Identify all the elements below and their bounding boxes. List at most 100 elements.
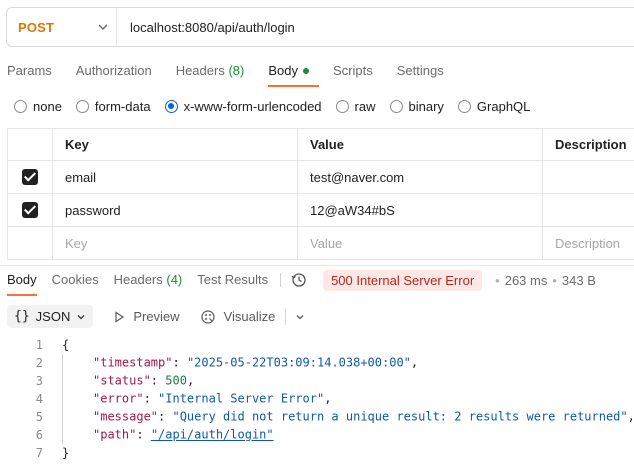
- tab-label: Settings: [396, 63, 444, 78]
- code-line: 3 "status": 500,: [0, 372, 634, 390]
- tab-label: Cookies: [51, 272, 99, 287]
- code-line: 5 "message": "Query did not return a uniq…: [0, 408, 634, 426]
- json-trail: ,: [410, 355, 419, 370]
- request-tabs: Params Authorization Headers (8) Body Sc…: [7, 63, 468, 87]
- format-select[interactable]: {} JSON: [7, 305, 94, 328]
- radio-binary[interactable]: binary: [389, 99, 444, 114]
- code-line: 1{: [0, 336, 634, 354]
- tab-authorization[interactable]: Authorization: [76, 63, 152, 87]
- method-select[interactable]: POST: [7, 8, 117, 46]
- visualize-button[interactable]: Visualize: [200, 309, 276, 325]
- json-key: "path": [93, 427, 137, 442]
- row-checkbox-cell: [7, 193, 53, 227]
- radio-label: raw: [354, 99, 376, 114]
- radio-circle: [389, 100, 403, 113]
- row-value[interactable]: 12@aW34#bS: [297, 193, 543, 227]
- radio-circle: [164, 100, 178, 113]
- row-value[interactable]: test@naver.com: [297, 160, 543, 194]
- code-content: "status": 500,: [62, 372, 194, 390]
- row-description[interactable]: [542, 160, 634, 194]
- json-key: "error": [93, 391, 144, 406]
- row-checkbox[interactable]: [22, 202, 38, 219]
- json-value: 500: [165, 373, 187, 388]
- radio-circle: [14, 100, 27, 113]
- visualize-label: Visualize: [223, 309, 276, 324]
- headers-count: (8): [228, 63, 245, 78]
- json-value: "2025-05-22T03:09:14.038+00:00": [186, 355, 411, 370]
- resp-tab-body[interactable]: Body: [7, 272, 37, 296]
- line-number: 3: [35, 374, 43, 388]
- row-description[interactable]: [542, 193, 634, 227]
- tab-scripts[interactable]: Scripts: [333, 63, 373, 87]
- tab-label: Body: [268, 63, 298, 78]
- indent-guide: [62, 426, 93, 444]
- row-checkbox-cell: [7, 160, 53, 194]
- url-input[interactable]: localhost:8080/api/auth/login: [130, 20, 295, 35]
- response-size[interactable]: 343 B: [562, 273, 596, 288]
- radio-graphql[interactable]: GraphQL: [457, 99, 530, 114]
- header-key: Key: [52, 128, 298, 161]
- radio-label: none: [33, 99, 62, 114]
- response-tabs: Body Cookies Headers (4) Test Results 50…: [7, 269, 596, 296]
- visualize-icon: [200, 309, 215, 324]
- table-row: email test@naver.com: [7, 160, 634, 194]
- resp-tab-cookies[interactable]: Cookies: [52, 272, 99, 296]
- tab-label: Body: [7, 272, 37, 287]
- json-colon: :: [136, 427, 151, 442]
- json-value: "/api/auth/login": [150, 427, 274, 442]
- response-body-code[interactable]: 1{2 "timestamp": "2025-05-22T03:09:14.038…: [0, 336, 634, 462]
- json-colon: :: [143, 391, 159, 406]
- line-number: 7: [35, 446, 43, 460]
- radio-raw[interactable]: raw: [335, 99, 376, 114]
- tab-label: Authorization: [75, 63, 152, 78]
- json-trail: ,: [628, 410, 634, 424]
- indent-guide: [62, 390, 93, 408]
- radio-label: x-www-form-urlencoded: [183, 99, 322, 114]
- radio-none[interactable]: none: [14, 99, 62, 114]
- json-value: "Internal Server Error": [158, 391, 325, 406]
- json-colon: :: [150, 373, 166, 388]
- format-label: JSON: [35, 309, 71, 324]
- status-badge[interactable]: 500 Internal Server Error: [323, 269, 483, 291]
- tab-label: Headers: [113, 272, 163, 287]
- row-checkbox-cell: [7, 226, 53, 260]
- line-number: 6: [35, 428, 43, 442]
- radio-x-www-form-urlencoded[interactable]: x-www-form-urlencoded: [164, 99, 322, 114]
- chevron-down-icon[interactable]: [294, 311, 306, 323]
- close-brace: }: [62, 446, 70, 460]
- history-icon[interactable]: [291, 272, 307, 288]
- response-time[interactable]: 263 ms: [505, 273, 548, 288]
- row-key[interactable]: email: [52, 160, 298, 194]
- json-colon: :: [172, 355, 187, 370]
- new-key-input[interactable]: Key: [52, 226, 298, 260]
- resp-tab-headers[interactable]: Headers (4): [114, 272, 183, 296]
- line-number: 2: [35, 356, 43, 370]
- json-value: "Query did not return a unique result: 2…: [172, 409, 628, 424]
- json-trail: ,: [324, 391, 332, 406]
- new-value-input[interactable]: Value: [297, 226, 543, 260]
- new-description-input[interactable]: Description: [542, 226, 634, 260]
- radio-form-data[interactable]: form-data: [75, 99, 151, 114]
- row-key[interactable]: password: [52, 193, 298, 227]
- radio-circle: [75, 100, 89, 113]
- tab-headers[interactable]: Headers (8): [176, 63, 245, 87]
- tab-settings[interactable]: Settings: [397, 63, 444, 87]
- open-brace: {: [62, 338, 70, 352]
- radio-circle: [335, 100, 349, 113]
- tab-body[interactable]: Body: [268, 63, 319, 87]
- table-row: password 12@aW34#bS: [7, 193, 634, 227]
- json-key: "status": [93, 373, 151, 388]
- preview-button[interactable]: Preview: [113, 309, 180, 324]
- tab-label: Scripts: [332, 63, 373, 78]
- indent-guide: [62, 354, 93, 372]
- resp-tab-test-results[interactable]: Test Results: [197, 272, 268, 296]
- line-number: 4: [35, 392, 43, 406]
- tab-params[interactable]: Params: [7, 63, 52, 87]
- radio-label: form-data: [94, 99, 151, 114]
- body-type-radios: none form-data x-www-form-urlencoded raw…: [14, 99, 544, 114]
- code-line: 7}: [0, 444, 634, 462]
- row-checkbox[interactable]: [22, 169, 38, 186]
- method-label: POST: [18, 19, 55, 35]
- braces-icon: {}: [14, 309, 30, 324]
- response-meta: • 263 ms • 343 B: [490, 273, 596, 288]
